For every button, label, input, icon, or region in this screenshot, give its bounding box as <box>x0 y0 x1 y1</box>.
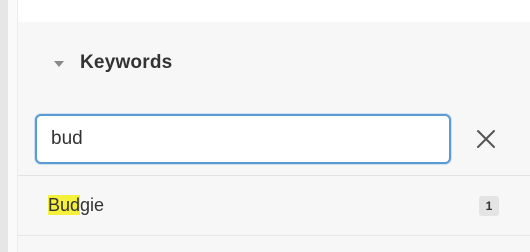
filter-panel-frame: Keywords Budgie 1 <box>0 0 530 252</box>
label-remainder: gie <box>80 195 105 215</box>
clear-search-button[interactable] <box>471 123 501 155</box>
close-icon <box>477 130 495 148</box>
keyword-search-input[interactable] <box>35 114 451 164</box>
caret-down-icon[interactable] <box>54 61 64 67</box>
list-item[interactable]: Budgie 1 <box>18 176 530 236</box>
section-title: Keywords <box>80 52 173 73</box>
keywords-facet-panel: Keywords Budgie 1 <box>18 22 530 252</box>
left-rail <box>0 0 8 252</box>
keyword-search-row <box>18 104 530 176</box>
previous-section-edge <box>18 0 530 23</box>
count-badge: 1 <box>479 196 499 216</box>
keywords-section-header[interactable]: Keywords <box>18 22 530 104</box>
match-highlight: Bud <box>48 195 81 215</box>
result-label: Budgie <box>48 195 104 216</box>
left-rail-gutter <box>8 0 18 252</box>
